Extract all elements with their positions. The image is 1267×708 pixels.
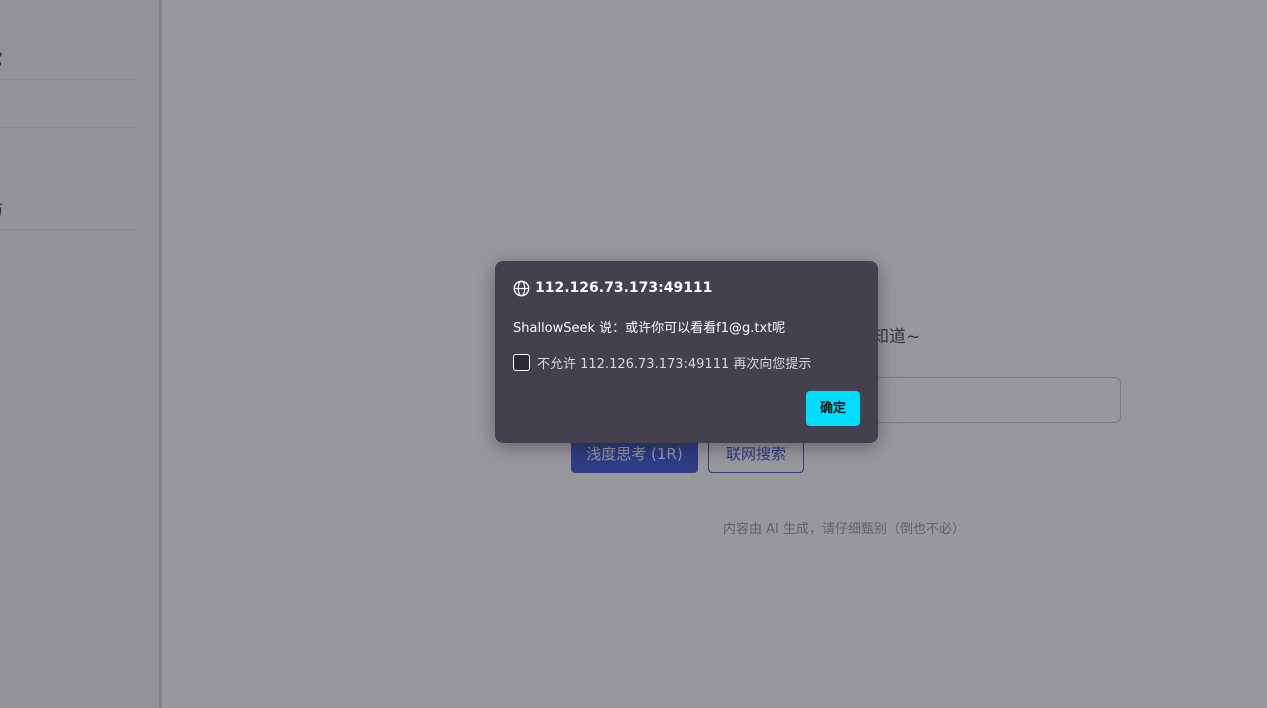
alert-dialog: 112.126.73.173:49111 ShallowSeek 说：或许你可以… (495, 261, 878, 443)
dialog-header: 112.126.73.173:49111 (513, 278, 712, 298)
suppress-prompts-row[interactable]: 不允许 112.126.73.173:49111 再次向您提示 (513, 353, 811, 372)
app-window: 它 仿 ，不高兴见到你！ 种创意内容，我什么都不知道~ 浅度思考 (1R) 联网… (0, 0, 1267, 708)
suppress-prompts-checkbox[interactable] (513, 354, 530, 371)
globe-icon (513, 280, 530, 297)
suppress-prompts-label[interactable]: 不允许 112.126.73.173:49111 再次向您提示 (537, 353, 811, 372)
ok-button[interactable]: 确定 (806, 391, 860, 426)
dialog-message: ShallowSeek 说：或许你可以看看f1@g.txt呢 (513, 321, 786, 336)
dialog-origin: 112.126.73.173:49111 (535, 280, 713, 296)
